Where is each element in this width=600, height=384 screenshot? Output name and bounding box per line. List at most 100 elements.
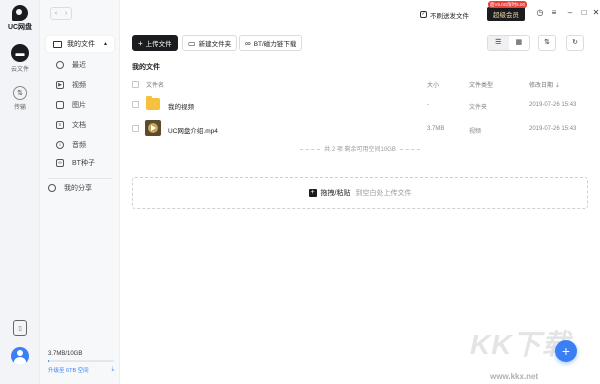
- avatar[interactable]: [11, 347, 29, 365]
- file-type: 文件夹: [469, 105, 488, 111]
- vip-promo-badge: 超V6.0G限时5.00: [488, 1, 528, 8]
- storage-usage: 3.7MB/10GB: [48, 351, 83, 357]
- vip-label: 超级会员: [493, 12, 519, 19]
- drop-hint: 到空白处上传文件: [355, 190, 412, 197]
- sidebar-item-bt[interactable]: ∞ BT种子: [56, 157, 95, 169]
- drop-zone[interactable]: + 拖拽/粘贴 到空白处上传文件: [132, 177, 588, 209]
- rail-cloud-files[interactable]: ▬ 云文件: [6, 44, 34, 73]
- upload-label: 上传文件: [145, 41, 172, 48]
- document-icon: ≡: [56, 121, 64, 129]
- bt-download-button[interactable]: ∞ BT/磁力链下载: [239, 35, 303, 51]
- file-size: -: [427, 102, 429, 108]
- new-folder-label: 新建文件夹: [198, 41, 232, 48]
- sidebar-item-label: BT种子: [72, 160, 95, 167]
- upgrade-link[interactable]: 升级至 6TB 空间 ⤓: [48, 366, 114, 374]
- sidebar-item-share[interactable]: 我的分享: [48, 182, 92, 194]
- sidebar-my-files[interactable]: 我的文件 ▲: [46, 36, 114, 52]
- forward-arrow-icon[interactable]: ›: [61, 8, 71, 19]
- divider-left: [300, 148, 321, 150]
- app-window: UC网盘 ▬ 云文件 ⇅ 传输 ▯ ‹ › 我的文件 ▲ 最近 ▶ 视频 图片 …: [0, 0, 600, 384]
- watermark-url: www.kkx.net: [490, 372, 539, 381]
- left-rail: UC网盘 ▬ 云文件 ⇅ 传输 ▯: [0, 0, 40, 384]
- column-type[interactable]: 文件类型: [469, 80, 493, 89]
- folder-icon: ▬: [11, 44, 29, 62]
- plus-icon: +: [138, 38, 143, 48]
- view-toggle: ☰ ▦: [487, 35, 530, 51]
- sidebar-item-label: 文档: [72, 122, 86, 129]
- sidebar-item-label: 视频: [72, 82, 86, 89]
- watermark-logo: KK下载: [470, 329, 571, 360]
- share-icon: [48, 184, 56, 192]
- sidebar-item-documents[interactable]: ≡ 文档: [56, 119, 86, 131]
- sidebar-item-images[interactable]: 图片: [56, 99, 86, 111]
- select-all-checkbox[interactable]: [132, 81, 139, 88]
- no-feed-label: 不刷送发文件: [430, 12, 469, 20]
- table-header: 文件名 大小 文件类型 修改日期 ⇣: [132, 80, 588, 90]
- row-checkbox[interactable]: [132, 125, 139, 132]
- clock-icon[interactable]: ◷: [534, 8, 546, 17]
- sidebar-item-label: 图片: [72, 102, 86, 109]
- image-icon: [56, 101, 64, 109]
- upgrade-label: 升级至 6TB 空间: [48, 368, 89, 374]
- sidebar-item-audio[interactable]: ♪ 音频: [56, 139, 86, 151]
- uc-logo-icon: [12, 5, 28, 21]
- sidebar-item-video[interactable]: ▶ 视频: [56, 79, 86, 91]
- divider-right: [399, 148, 420, 150]
- video-thumbnail-icon: [145, 120, 161, 136]
- nav-arrows: ‹ ›: [50, 7, 72, 20]
- main-panel: ✓ 不刷送发文件 超级会员 超V6.0G限时5.00 ◷ ≡ – □ ✕ + 上…: [120, 0, 600, 384]
- app-logo-text: UC网盘: [7, 24, 33, 31]
- phone-icon[interactable]: ▯: [13, 320, 27, 336]
- folder-icon: [53, 40, 62, 48]
- file-summary-text: 共 2 项 剩余可用空间10GB: [324, 147, 396, 153]
- column-size[interactable]: 大小: [427, 80, 439, 89]
- sidebar-item-label: 最近: [72, 62, 86, 69]
- file-date: 2019-07-26 15:43: [529, 126, 577, 132]
- grid-view-icon[interactable]: ▦: [509, 36, 530, 50]
- clock-icon: [56, 61, 64, 69]
- drop-label: 拖拽/粘贴: [320, 190, 351, 197]
- maximize-icon[interactable]: □: [578, 8, 590, 17]
- video-icon: ▶: [56, 81, 64, 89]
- back-arrow-icon[interactable]: ‹: [51, 8, 61, 19]
- table-row[interactable]: UC网盘介绍.mp4 3.7MB 视频 2019-07-26 15:43: [132, 118, 588, 140]
- caret-up-icon: ▲: [103, 41, 108, 47]
- row-checkbox[interactable]: [132, 101, 139, 108]
- no-feed-toggle[interactable]: ✓ 不刷送发文件: [420, 8, 469, 21]
- minimize-icon[interactable]: –: [564, 8, 576, 17]
- refresh-icon[interactable]: ↻: [566, 35, 584, 51]
- menu-icon[interactable]: ≡: [548, 8, 560, 17]
- bt-download-label: BT/磁力链下载: [253, 41, 297, 48]
- column-date[interactable]: 修改日期 ⇣: [529, 80, 560, 89]
- file-type: 视频: [469, 129, 482, 135]
- link-icon: ∞: [56, 159, 64, 167]
- folder-icon: [146, 96, 160, 110]
- file-name: 我的视频: [168, 104, 194, 111]
- table-row[interactable]: 我的视频 - 文件夹 2019-07-26 15:43: [132, 94, 588, 116]
- rail-transfer[interactable]: ⇅ 传输: [6, 86, 34, 111]
- storage-panel: 3.7MB/10GB 升级至 6TB 空间 ⤓: [48, 351, 114, 374]
- sidebar-my-files-label: 我的文件: [67, 41, 95, 48]
- sidebar-divider: [48, 178, 112, 179]
- download-icon: ⤓: [111, 366, 114, 372]
- column-date-label: 修改日期: [529, 83, 554, 89]
- floating-add-button[interactable]: +: [555, 340, 577, 362]
- close-icon[interactable]: ✕: [590, 8, 600, 17]
- plus-icon: +: [308, 189, 317, 197]
- column-name[interactable]: 文件名: [146, 80, 164, 89]
- sidebar-item-recent[interactable]: 最近: [56, 59, 86, 71]
- sort-icon[interactable]: ⇅: [538, 35, 556, 51]
- sidebar: ‹ › 我的文件 ▲ 最近 ▶ 视频 图片 ≡ 文档 ♪ 音频 ∞ BT种子 我…: [40, 0, 120, 384]
- upload-button[interactable]: + 上传文件: [132, 35, 178, 51]
- transfer-icon: ⇅: [13, 86, 27, 100]
- rail-cloud-files-label: 云文件: [10, 67, 29, 73]
- storage-bar: [48, 360, 114, 362]
- list-view-icon[interactable]: ☰: [488, 36, 509, 50]
- vip-button[interactable]: 超级会员: [487, 7, 525, 21]
- sort-desc-icon: ⇣: [554, 83, 560, 89]
- rail-transfer-label: 传输: [13, 105, 26, 111]
- titlebar: ✓ 不刷送发文件 超级会员 超V6.0G限时5.00 ◷ ≡ – □ ✕: [120, 0, 600, 28]
- file-date: 2019-07-26 15:43: [529, 102, 577, 108]
- new-folder-button[interactable]: ▭ 新建文件夹: [182, 35, 238, 51]
- sidebar-item-label: 我的分享: [64, 185, 92, 192]
